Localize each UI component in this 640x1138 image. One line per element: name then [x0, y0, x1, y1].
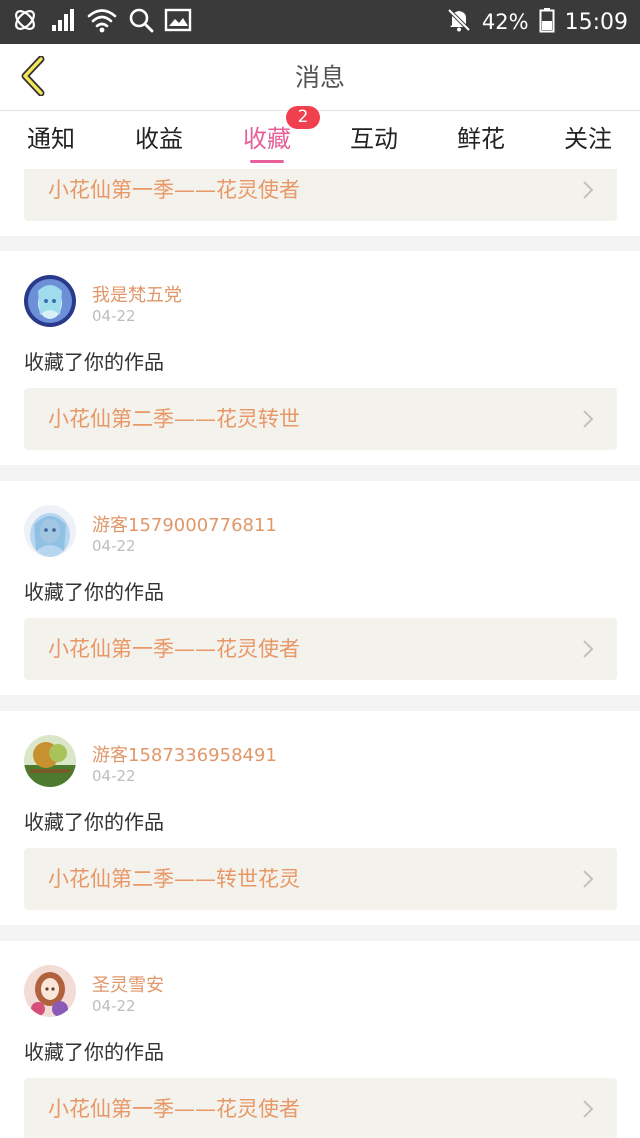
status-bar-left [10, 0, 192, 44]
active-tab-indicator [250, 160, 284, 163]
header-bar: 消息 [0, 44, 640, 111]
action-text: 收藏了你的作品 [24, 350, 164, 374]
tab-notifications[interactable]: 通知 [1, 111, 101, 169]
status-bar: 42% 15:09 [0, 0, 640, 44]
favorites-count-badge: 2 [286, 106, 320, 129]
battery-icon [539, 7, 555, 37]
username[interactable]: 游客1579000776811 [92, 511, 277, 537]
message-card: 我是梵五党 04-22 收藏了你的作品 小花仙第二季——花灵转世 [0, 251, 640, 465]
message-card: 游客1579000776811 04-22 收藏了你的作品 小花仙第一季——花灵… [0, 481, 640, 695]
clock: 15:09 [564, 9, 628, 35]
message-card: 游客1587336958491 04-22 收藏了你的作品 小花仙第二季——转世… [0, 711, 640, 925]
username[interactable]: 游客1587336958491 [92, 741, 277, 767]
date: 04-22 [92, 307, 136, 325]
username[interactable]: 圣灵雪安 [92, 971, 164, 997]
bell-off-icon [446, 7, 472, 37]
unicom-icon [10, 7, 40, 37]
status-bar-right: 42% 15:09 [446, 0, 628, 44]
work-link[interactable]: 小花仙第一季——花灵使者 [24, 618, 617, 680]
work-link[interactable]: 小花仙第二季——转世花灵 [24, 848, 617, 910]
tab-interactions[interactable]: 互动 [324, 111, 424, 169]
message-card: 小花仙第一季——花灵使者 [0, 169, 640, 236]
date: 04-22 [92, 997, 136, 1015]
tab-flowers[interactable]: 鲜花 [431, 111, 531, 169]
tab-bar: 通知 收益 收藏 互动 鲜花 关注 [0, 111, 640, 169]
search-icon [128, 7, 154, 37]
action-text: 收藏了你的作品 [24, 810, 164, 834]
image-icon [164, 8, 192, 36]
avatar[interactable] [24, 735, 76, 787]
work-link[interactable]: 小花仙第一季——花灵使者 [24, 1078, 617, 1138]
chevron-right-icon [583, 410, 594, 428]
avatar[interactable] [24, 275, 76, 327]
avatar[interactable] [24, 505, 76, 557]
chevron-right-icon [583, 1100, 594, 1118]
action-text: 收藏了你的作品 [24, 1040, 164, 1064]
message-card: 圣灵雪安 04-22 收藏了你的作品 小花仙第一季——花灵使者 [0, 941, 640, 1138]
date: 04-22 [92, 767, 136, 785]
work-title: 小花仙第二季——转世花灵 [48, 867, 300, 891]
chevron-right-icon [583, 870, 594, 888]
work-link[interactable]: 小花仙第一季——花灵使者 [24, 169, 617, 221]
username[interactable]: 我是梵五党 [92, 281, 182, 307]
work-title: 小花仙第一季——花灵使者 [48, 178, 300, 202]
work-title: 小花仙第二季——花灵转世 [48, 407, 300, 431]
wifi-icon [86, 7, 118, 37]
page-title: 消息 [294, 63, 345, 92]
chevron-right-icon [583, 640, 594, 658]
signal-icon [50, 8, 76, 36]
chevron-right-icon [583, 181, 594, 199]
battery-percent: 42% [481, 10, 529, 34]
date: 04-22 [92, 537, 136, 555]
action-text: 收藏了你的作品 [24, 580, 164, 604]
work-link[interactable]: 小花仙第二季——花灵转世 [24, 388, 617, 450]
work-title: 小花仙第一季——花灵使者 [48, 1097, 300, 1121]
tab-following[interactable]: 关注 [538, 111, 638, 169]
message-list: 小花仙第一季——花灵使者 我是梵五党 04-22 收藏了你的作品 小花仙第二季—… [0, 169, 640, 1138]
tab-earnings[interactable]: 收益 [109, 111, 209, 169]
avatar[interactable] [24, 965, 76, 1017]
work-title: 小花仙第一季——花灵使者 [48, 637, 300, 661]
